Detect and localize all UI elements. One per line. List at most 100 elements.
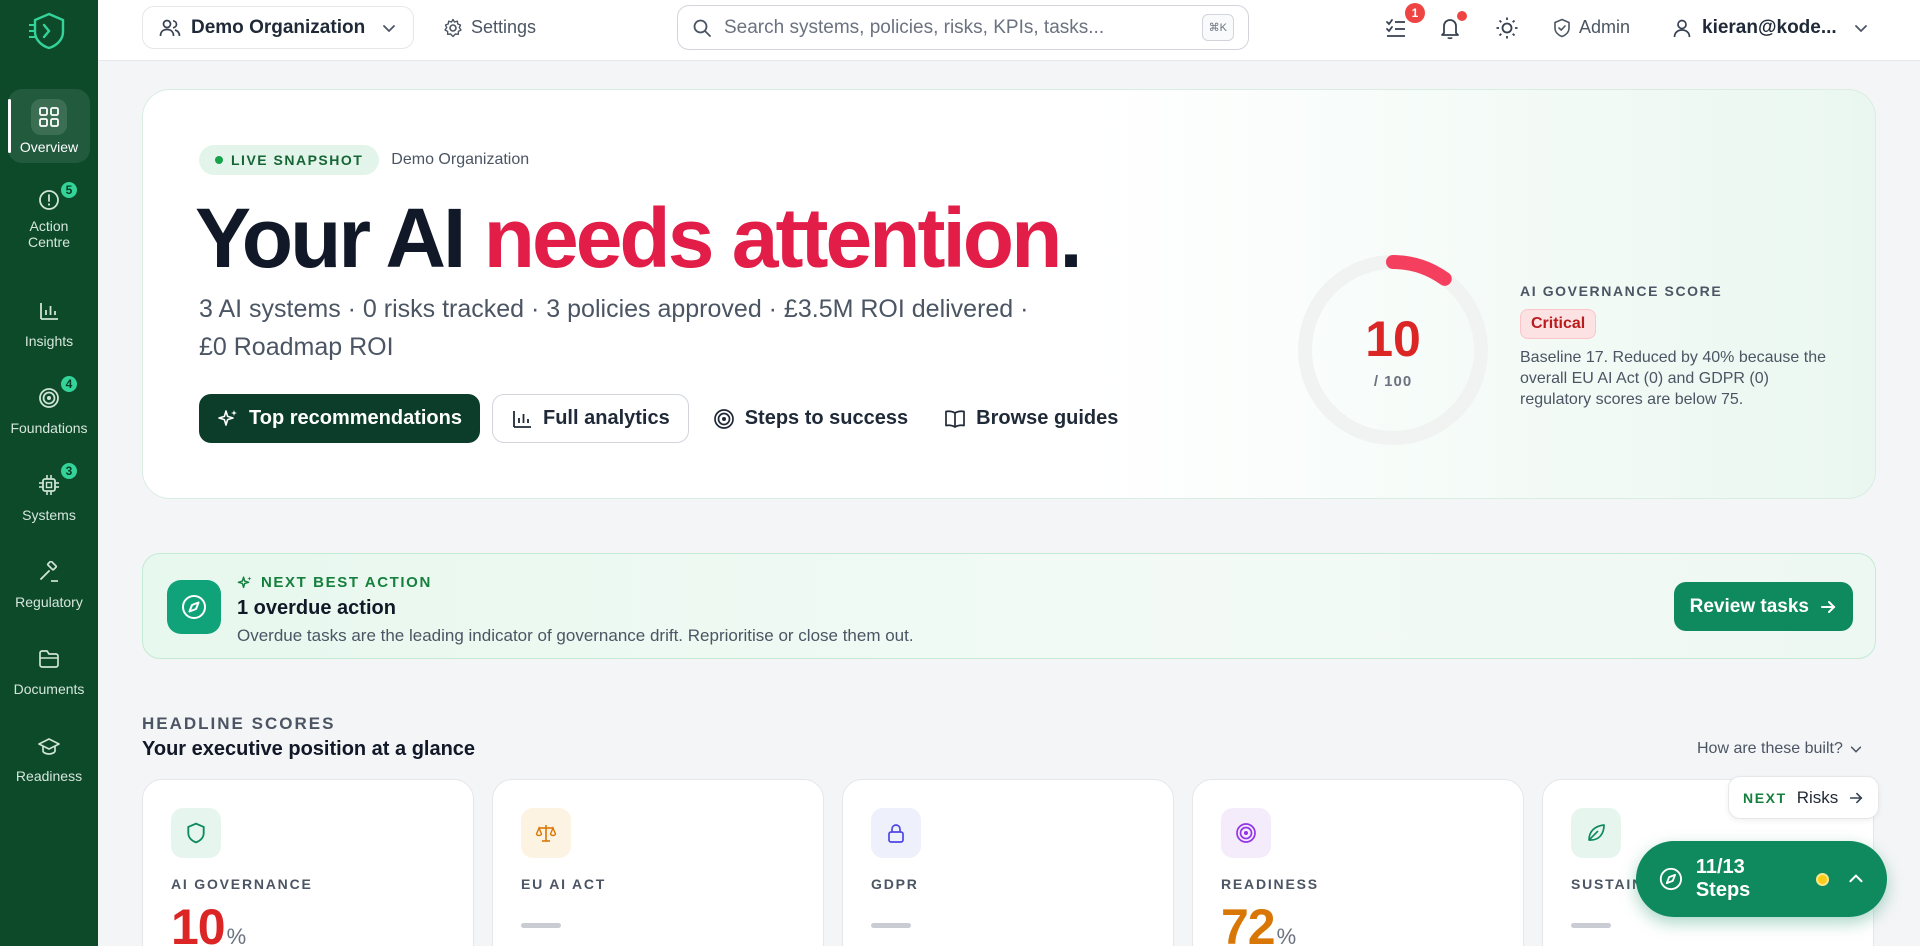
sidebar-item-label: Documents (13, 681, 85, 697)
sidebar-item-foundations[interactable]: 4 Foundations (8, 370, 90, 444)
score-card-label: AI GOVERNANCE (171, 876, 313, 892)
tasks-button[interactable]: 1 (1381, 3, 1425, 43)
score-description: Baseline 17. Reduced by 40% because the … (1520, 349, 1826, 408)
admin-label: Admin (1579, 17, 1631, 37)
notification-badge: 4 (59, 374, 79, 394)
bar-chart-icon (513, 410, 531, 428)
global-search[interactable]: ⌘K (677, 5, 1249, 50)
graduation-cap-icon (38, 738, 60, 755)
sidebar-item-regulatory[interactable]: Regulatory (8, 544, 90, 618)
score-status-badge: Critical (1520, 309, 1597, 339)
organization-name: Demo Organization (191, 16, 366, 38)
sidebar: Overview 5 Action Centre Insights 4 Foun… (0, 0, 98, 946)
top-recommendations-button[interactable]: Top recommendations (199, 394, 480, 443)
headline-scores-label: HEADLINE SCORES (142, 714, 336, 733)
notification-badge: 3 (59, 461, 79, 481)
theme-toggle[interactable] (1492, 13, 1522, 43)
sidebar-item-documents[interactable]: Documents (8, 631, 90, 705)
score-card-unit: % (226, 924, 247, 946)
grid-icon (39, 107, 59, 127)
sidebar-item-label: Regulatory (15, 594, 83, 610)
governance-hero-card: LIVE SNAPSHOT Demo Organization Your AI … (142, 89, 1876, 499)
organization-selector[interactable]: Demo Organization (142, 6, 414, 49)
gear-icon (444, 18, 462, 37)
hero-headline: Your AI needs attention. (195, 190, 1083, 287)
browse-guides-button[interactable]: Browse guides (932, 394, 1130, 443)
sidebar-item-readiness[interactable]: Readiness (8, 718, 90, 792)
shield-check-icon (1554, 18, 1570, 37)
app-logo[interactable] (24, 10, 74, 52)
shield-icon (171, 808, 221, 858)
review-tasks-button[interactable]: Review tasks (1673, 582, 1853, 631)
score-card-value: 10% (171, 898, 247, 946)
how-scores-built-label: How are these built? (1697, 740, 1843, 757)
arrow-right-icon (1821, 600, 1836, 613)
score-value: 10 (1365, 311, 1421, 367)
user-email: kieran@kode... (1702, 16, 1837, 38)
score-card-label: EU AI ACT (521, 876, 607, 892)
steps-to-success-button[interactable]: Steps to success (701, 394, 920, 443)
score-card-gdpr[interactable]: GDPR (842, 779, 1174, 946)
sidebar-item-insights[interactable]: Insights (8, 283, 90, 357)
sidebar-item-label: Systems (22, 507, 76, 523)
compass-icon (167, 580, 221, 634)
user-menu[interactable]: kieran@kode... (1672, 6, 1869, 49)
logo-shield-icon (29, 12, 65, 50)
leaf-icon (1571, 808, 1621, 858)
score-card-readiness[interactable]: READINESS 72% (1192, 779, 1524, 946)
snapshot-organization: Demo Organization (391, 151, 530, 168)
book-open-icon (945, 409, 965, 428)
settings-link[interactable]: Settings (443, 6, 536, 49)
target-icon (1221, 808, 1271, 858)
settings-label: Settings (471, 17, 537, 37)
next-target: Risks (1796, 787, 1839, 807)
sidebar-item-systems[interactable]: 3 Systems (8, 457, 90, 531)
live-snapshot-badge: LIVE SNAPSHOT (199, 145, 380, 175)
search-input[interactable] (724, 16, 1190, 39)
headline-scores-title: Your executive position at a glance (142, 738, 476, 760)
score-max: / 100 (1373, 373, 1413, 390)
next-label: NEXT (1743, 789, 1787, 806)
sidebar-item-action-centre[interactable]: 5 Action Centre (8, 176, 90, 250)
chevron-down-icon (1850, 746, 1862, 753)
score-card-value: 72% (1221, 898, 1296, 946)
cpu-icon (39, 475, 59, 495)
next-best-action-description: Overdue tasks are the leading indicator … (237, 626, 914, 645)
gavel-icon (40, 561, 58, 582)
score-card-eu-ai-act[interactable]: EU AI ACT (492, 779, 824, 946)
score-card-label: SUSTAIN (1571, 876, 1645, 892)
admin-link[interactable]: Admin (1553, 6, 1630, 49)
chevron-down-icon (383, 24, 395, 32)
review-tasks-label: Review tasks (1689, 595, 1809, 617)
sparkles-icon (218, 409, 237, 426)
top-recommendations-label: Top recommendations (249, 407, 462, 429)
top-bar: Demo Organization Settings ⌘K 1 (98, 0, 1920, 61)
users-icon (159, 19, 181, 36)
sidebar-item-label: Readiness (15, 768, 83, 784)
next-best-action-banner: NEXT BEST ACTION 1 overdue action Overdu… (142, 553, 1876, 659)
score-card-ai-governance[interactable]: AI GOVERNANCE 10% (142, 779, 474, 946)
next-best-action-label-row: NEXT BEST ACTION (237, 574, 432, 591)
search-icon (693, 19, 711, 37)
next-step-chip[interactable]: NEXT Risks (1728, 776, 1880, 819)
governance-score-gauge: 10 / 100 (1293, 250, 1493, 450)
steps-to-success-label: Steps to success (744, 407, 909, 429)
score-card-number: 10 (171, 899, 226, 946)
browse-guides-label: Browse guides (976, 407, 1119, 429)
score-title: AI GOVERNANCE SCORE (1520, 283, 1723, 299)
score-card-empty-placeholder (521, 923, 561, 928)
next-best-action-label: NEXT BEST ACTION (261, 574, 432, 591)
notifications-button[interactable] (1435, 11, 1467, 43)
onboarding-steps-button[interactable]: 11/13 Steps (1636, 841, 1887, 917)
headline-suffix: . (1059, 191, 1082, 285)
sidebar-item-label: Action Centre (27, 218, 71, 250)
steps-progress-label: 11/13 Steps (1695, 856, 1751, 901)
full-analytics-button[interactable]: Full analytics (492, 394, 689, 443)
arrow-right-icon (1850, 792, 1863, 803)
score-card-empty-placeholder (871, 923, 911, 928)
how-scores-built-toggle[interactable]: How are these built? (1697, 740, 1863, 758)
notification-dot (1457, 11, 1467, 21)
score-card-empty-placeholder (1571, 923, 1611, 928)
hero-summary: 3 AI systems · 0 risks tracked · 3 polic… (199, 295, 1029, 361)
sidebar-item-overview[interactable]: Overview (8, 89, 90, 163)
